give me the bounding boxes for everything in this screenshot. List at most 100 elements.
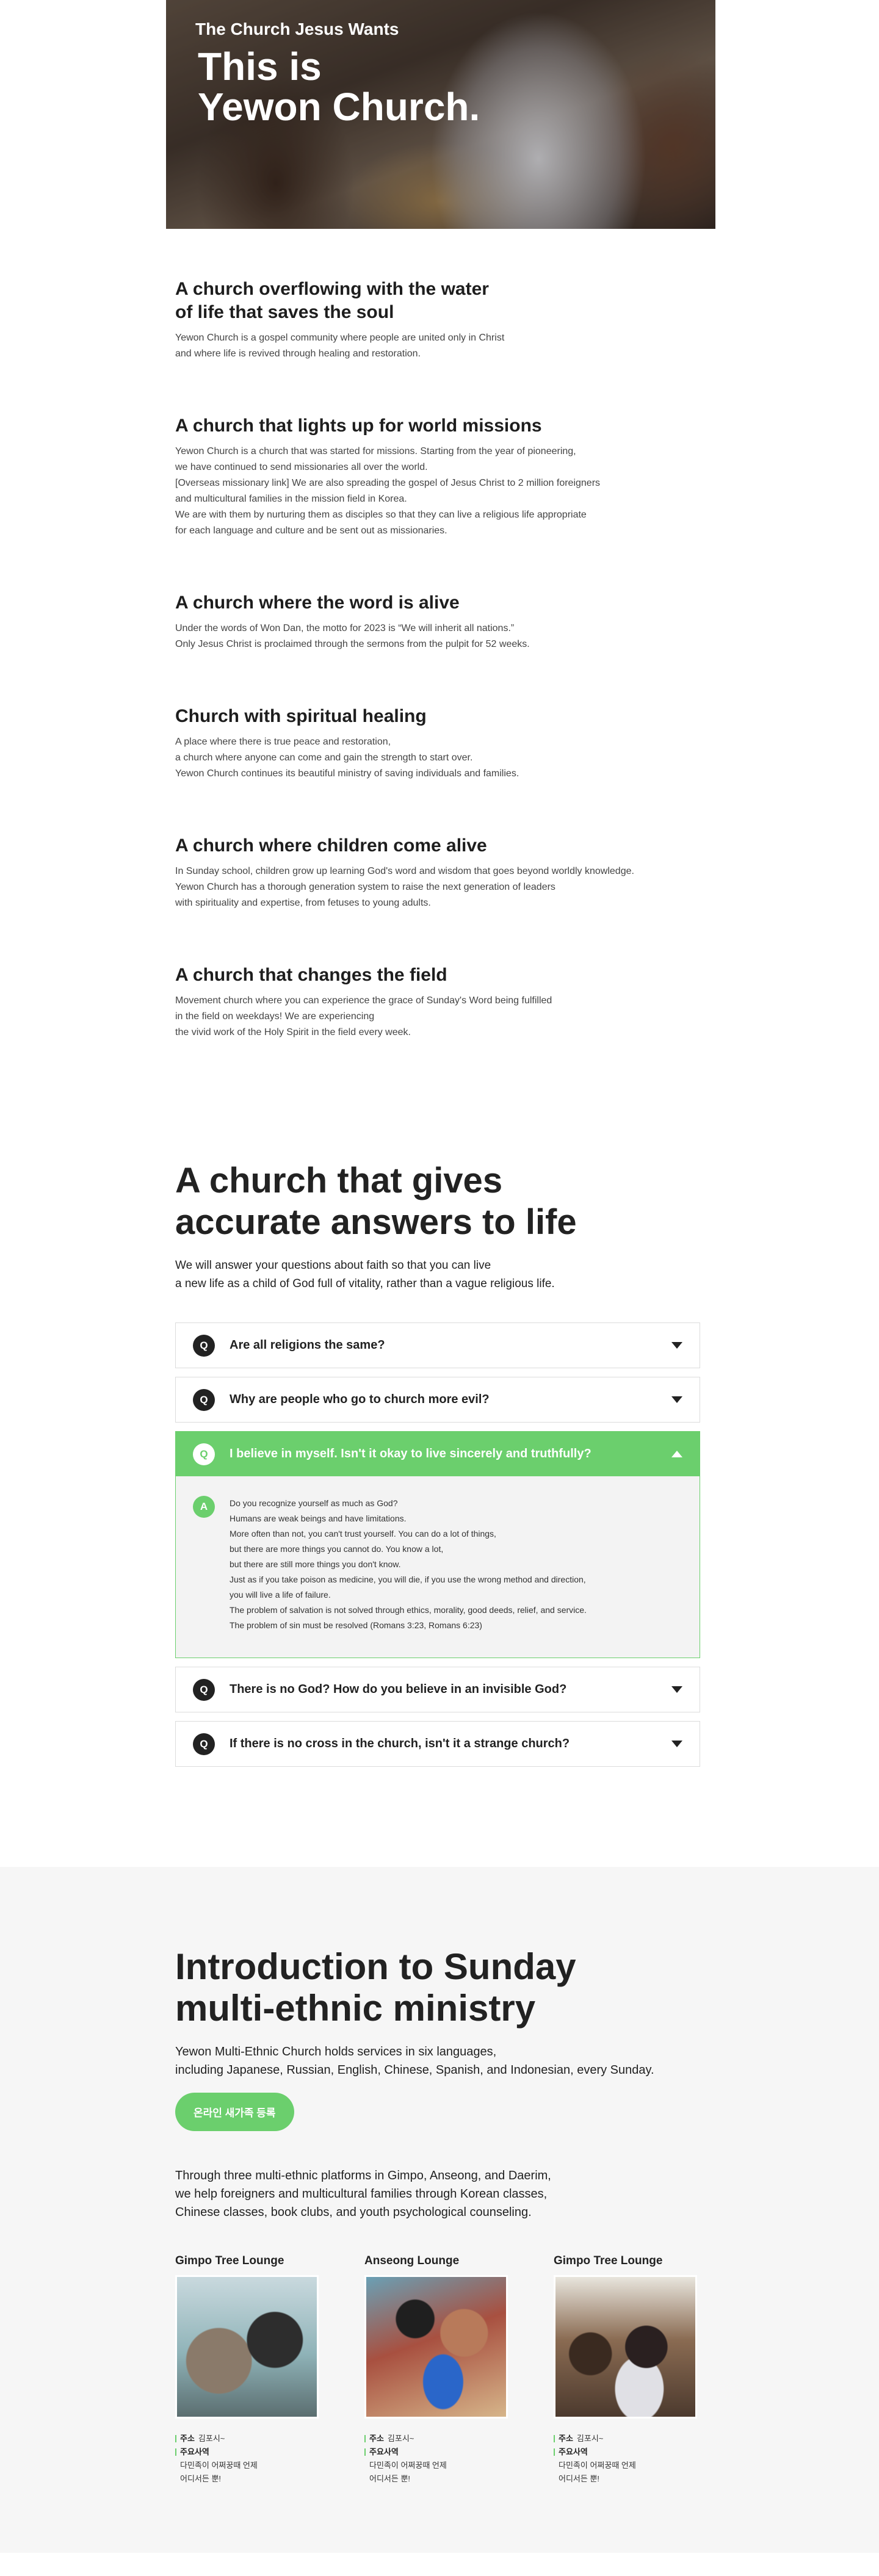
lounge-name: Gimpo Tree Lounge: [554, 2254, 663, 2267]
lounge-address-row: 주소 김포시~: [175, 2432, 319, 2445]
lounge-info: 주소 김포시~ 주요사역 다민족이 어쩌꿍때 언제 어디서든 뿐!: [554, 2432, 697, 2486]
feature-title: A church that changes the field: [175, 965, 447, 985]
faq-item: Q Are all religions the same?: [175, 1322, 700, 1368]
accent-bar: [175, 2435, 176, 2442]
lounge-ministry-row: 주요사역: [175, 2445, 319, 2459]
address-value: 김포시~: [198, 2434, 225, 2443]
ministry-line: 어디서든 뿐!: [369, 2474, 411, 2483]
faq-title: A church that gives accurate answers to …: [175, 1161, 577, 1242]
feature-item: A church where children come alive In Su…: [175, 834, 725, 911]
lounge-ministry-row: 주요사역: [554, 2445, 697, 2459]
address-label: 주소: [559, 2434, 573, 2443]
ministry-section: Introduction to Sunday multi-ethnic mini…: [0, 1867, 879, 2553]
feature-item: A church that lights up for world missio…: [175, 414, 725, 539]
ministry-line: 다민족이 어쩌꿍때 언제: [180, 2461, 258, 2470]
chevron-down-icon[interactable]: [671, 1342, 682, 1349]
accent-bar: [364, 2448, 366, 2456]
accent-bar: [175, 2448, 176, 2456]
accent-bar: [554, 2435, 555, 2442]
accent-bar: [554, 2448, 555, 2456]
ministry-line: 다민족이 어쩌꿍때 언제: [559, 2461, 636, 2470]
features-section: A church overflowing with the water of l…: [175, 229, 725, 1041]
lounge-photo: [364, 2275, 508, 2419]
hero-title-line1: This is: [198, 45, 322, 88]
faq-question: There is no God? How do you believe in a…: [230, 1683, 567, 1696]
faq-question-toggle[interactable]: Q Why are people who go to church more e…: [176, 1377, 700, 1422]
feature-text: In Sunday school, children grow up learn…: [175, 866, 634, 908]
feature-title: A church that lights up for world missio…: [175, 416, 542, 436]
ministry-line: 어디서든 뿐!: [559, 2474, 600, 2483]
faq-question-toggle[interactable]: Q If there is no cross in the church, is…: [176, 1722, 700, 1766]
faq-question-toggle[interactable]: Q There is no God? How do you believe in…: [176, 1667, 700, 1712]
lounge-card: Gimpo Tree Lounge 주소 김포시~ 주요사역 다민족이 어쩌꿍때 …: [554, 2254, 697, 2486]
question-badge: Q: [193, 1678, 215, 1701]
question-badge: Q: [193, 1443, 215, 1465]
address-value: 김포시~: [576, 2434, 604, 2443]
feature-title: A church overflowing with the water of l…: [175, 279, 489, 322]
question-badge: Q: [193, 1733, 215, 1755]
hero-banner: The Church Jesus Wants This is Yewon Chu…: [166, 0, 715, 229]
lounge-address-row: 주소 김포시~: [364, 2432, 508, 2445]
ministry-title: Introduction to Sunday multi-ethnic mini…: [175, 1946, 576, 2029]
hero-title: This is Yewon Church.: [198, 46, 480, 127]
lounge-info: 주소 김포시~ 주요사역 다민족이 어쩌꿍때 언제 어디서든 뿐!: [175, 2432, 319, 2486]
ministry-line: 어디서든 뿐!: [180, 2474, 222, 2483]
faq-question-toggle[interactable]: Q Are all religions the same?: [176, 1323, 700, 1368]
feature-item: Church with spiritual healing A place wh…: [175, 705, 725, 782]
feature-text: A place where there is true peace and re…: [175, 737, 519, 779]
faq-item: Q If there is no cross in the church, is…: [175, 1721, 700, 1767]
faq-question: I believe in myself. Isn't it okay to li…: [230, 1447, 591, 1460]
faq-question: Are all religions the same?: [230, 1338, 385, 1352]
address-label: 주소: [180, 2434, 195, 2443]
question-badge: Q: [193, 1388, 215, 1411]
lounge-address-row: 주소 김포시~: [554, 2432, 697, 2445]
ministry-label: 주요사역: [180, 2447, 209, 2456]
accent-bar: [364, 2435, 366, 2442]
hero-subtitle: The Church Jesus Wants: [195, 20, 399, 38]
ministry-label: 주요사역: [369, 2447, 399, 2456]
faq-question: Why are people who go to church more evi…: [230, 1393, 490, 1406]
faq-answer: Do you recognize yourself as much as God…: [230, 1498, 587, 1630]
chevron-up-icon[interactable]: [671, 1451, 682, 1457]
feature-item: A church where the word is alive Under t…: [175, 591, 725, 652]
faq-section: A church that gives accurate answers to …: [175, 1093, 700, 1867]
chevron-down-icon[interactable]: [671, 1741, 682, 1747]
lounge-list: Gimpo Tree Lounge 주소 김포시~ 주요사역 다민족이 어쩌꿍때 …: [175, 2254, 879, 2486]
feature-text: Yewon Church is a gospel community where…: [175, 333, 505, 359]
feature-title: Church with spiritual healing: [175, 706, 427, 726]
address-value: 김포시~: [387, 2434, 414, 2443]
feature-title: A church where children come alive: [175, 835, 487, 856]
chevron-down-icon[interactable]: [671, 1396, 682, 1403]
feature-text: Movement church where you can experience…: [175, 995, 552, 1037]
lounge-photo: [175, 2275, 319, 2419]
lounge-photo: [554, 2275, 697, 2419]
feature-text: Under the words of Won Dan, the motto fo…: [175, 623, 530, 649]
ministry-label: 주요사역: [559, 2447, 588, 2456]
lounge-name: Gimpo Tree Lounge: [175, 2254, 284, 2267]
faq-intro: We will answer your questions about fait…: [175, 1259, 555, 1290]
faq-answer-panel: A Do you recognize yourself as much as G…: [176, 1476, 700, 1658]
chevron-down-icon[interactable]: [671, 1686, 682, 1693]
lounge-card: Anseong Lounge 주소 김포시~ 주요사역 다민족이 어쩌꿍때 언제 …: [364, 2254, 508, 2486]
address-label: 주소: [369, 2434, 384, 2443]
faq-question: If there is no cross in the church, isn'…: [230, 1737, 570, 1750]
feature-title: A church where the word is alive: [175, 593, 460, 613]
question-badge: Q: [193, 1334, 215, 1357]
lounge-card: Gimpo Tree Lounge 주소 김포시~ 주요사역 다민족이 어쩌꿍때 …: [175, 2254, 319, 2486]
feature-item: A church overflowing with the water of l…: [175, 278, 725, 362]
ministry-intro: Yewon Multi-Ethnic Church holds services…: [175, 2045, 654, 2077]
faq-item: Q There is no God? How do you believe in…: [175, 1667, 700, 1712]
lounge-ministry-row: 주요사역: [364, 2445, 508, 2459]
hero-title-line2: Yewon Church.: [198, 85, 480, 129]
answer-badge: A: [193, 1496, 215, 1518]
lounge-info: 주소 김포시~ 주요사역 다민족이 어쩌꿍때 언제 어디서든 뿐!: [364, 2432, 508, 2486]
feature-item: A church that changes the field Movement…: [175, 964, 725, 1041]
faq-question-toggle[interactable]: Q I believe in myself. Isn't it okay to …: [176, 1432, 700, 1476]
feature-text: Yewon Church is a church that was starte…: [175, 446, 601, 536]
lounge-name: Anseong Lounge: [364, 2254, 460, 2267]
faq-item: Q Why are people who go to church more e…: [175, 1377, 700, 1423]
faq-item-expanded: Q I believe in myself. Isn't it okay to …: [175, 1431, 700, 1658]
ministry-description: Through three multi-ethnic platforms in …: [175, 2169, 551, 2219]
ministry-line: 다민족이 어쩌꿍때 언제: [369, 2461, 447, 2470]
register-button[interactable]: 온라인 새가족 등록: [175, 2093, 294, 2131]
